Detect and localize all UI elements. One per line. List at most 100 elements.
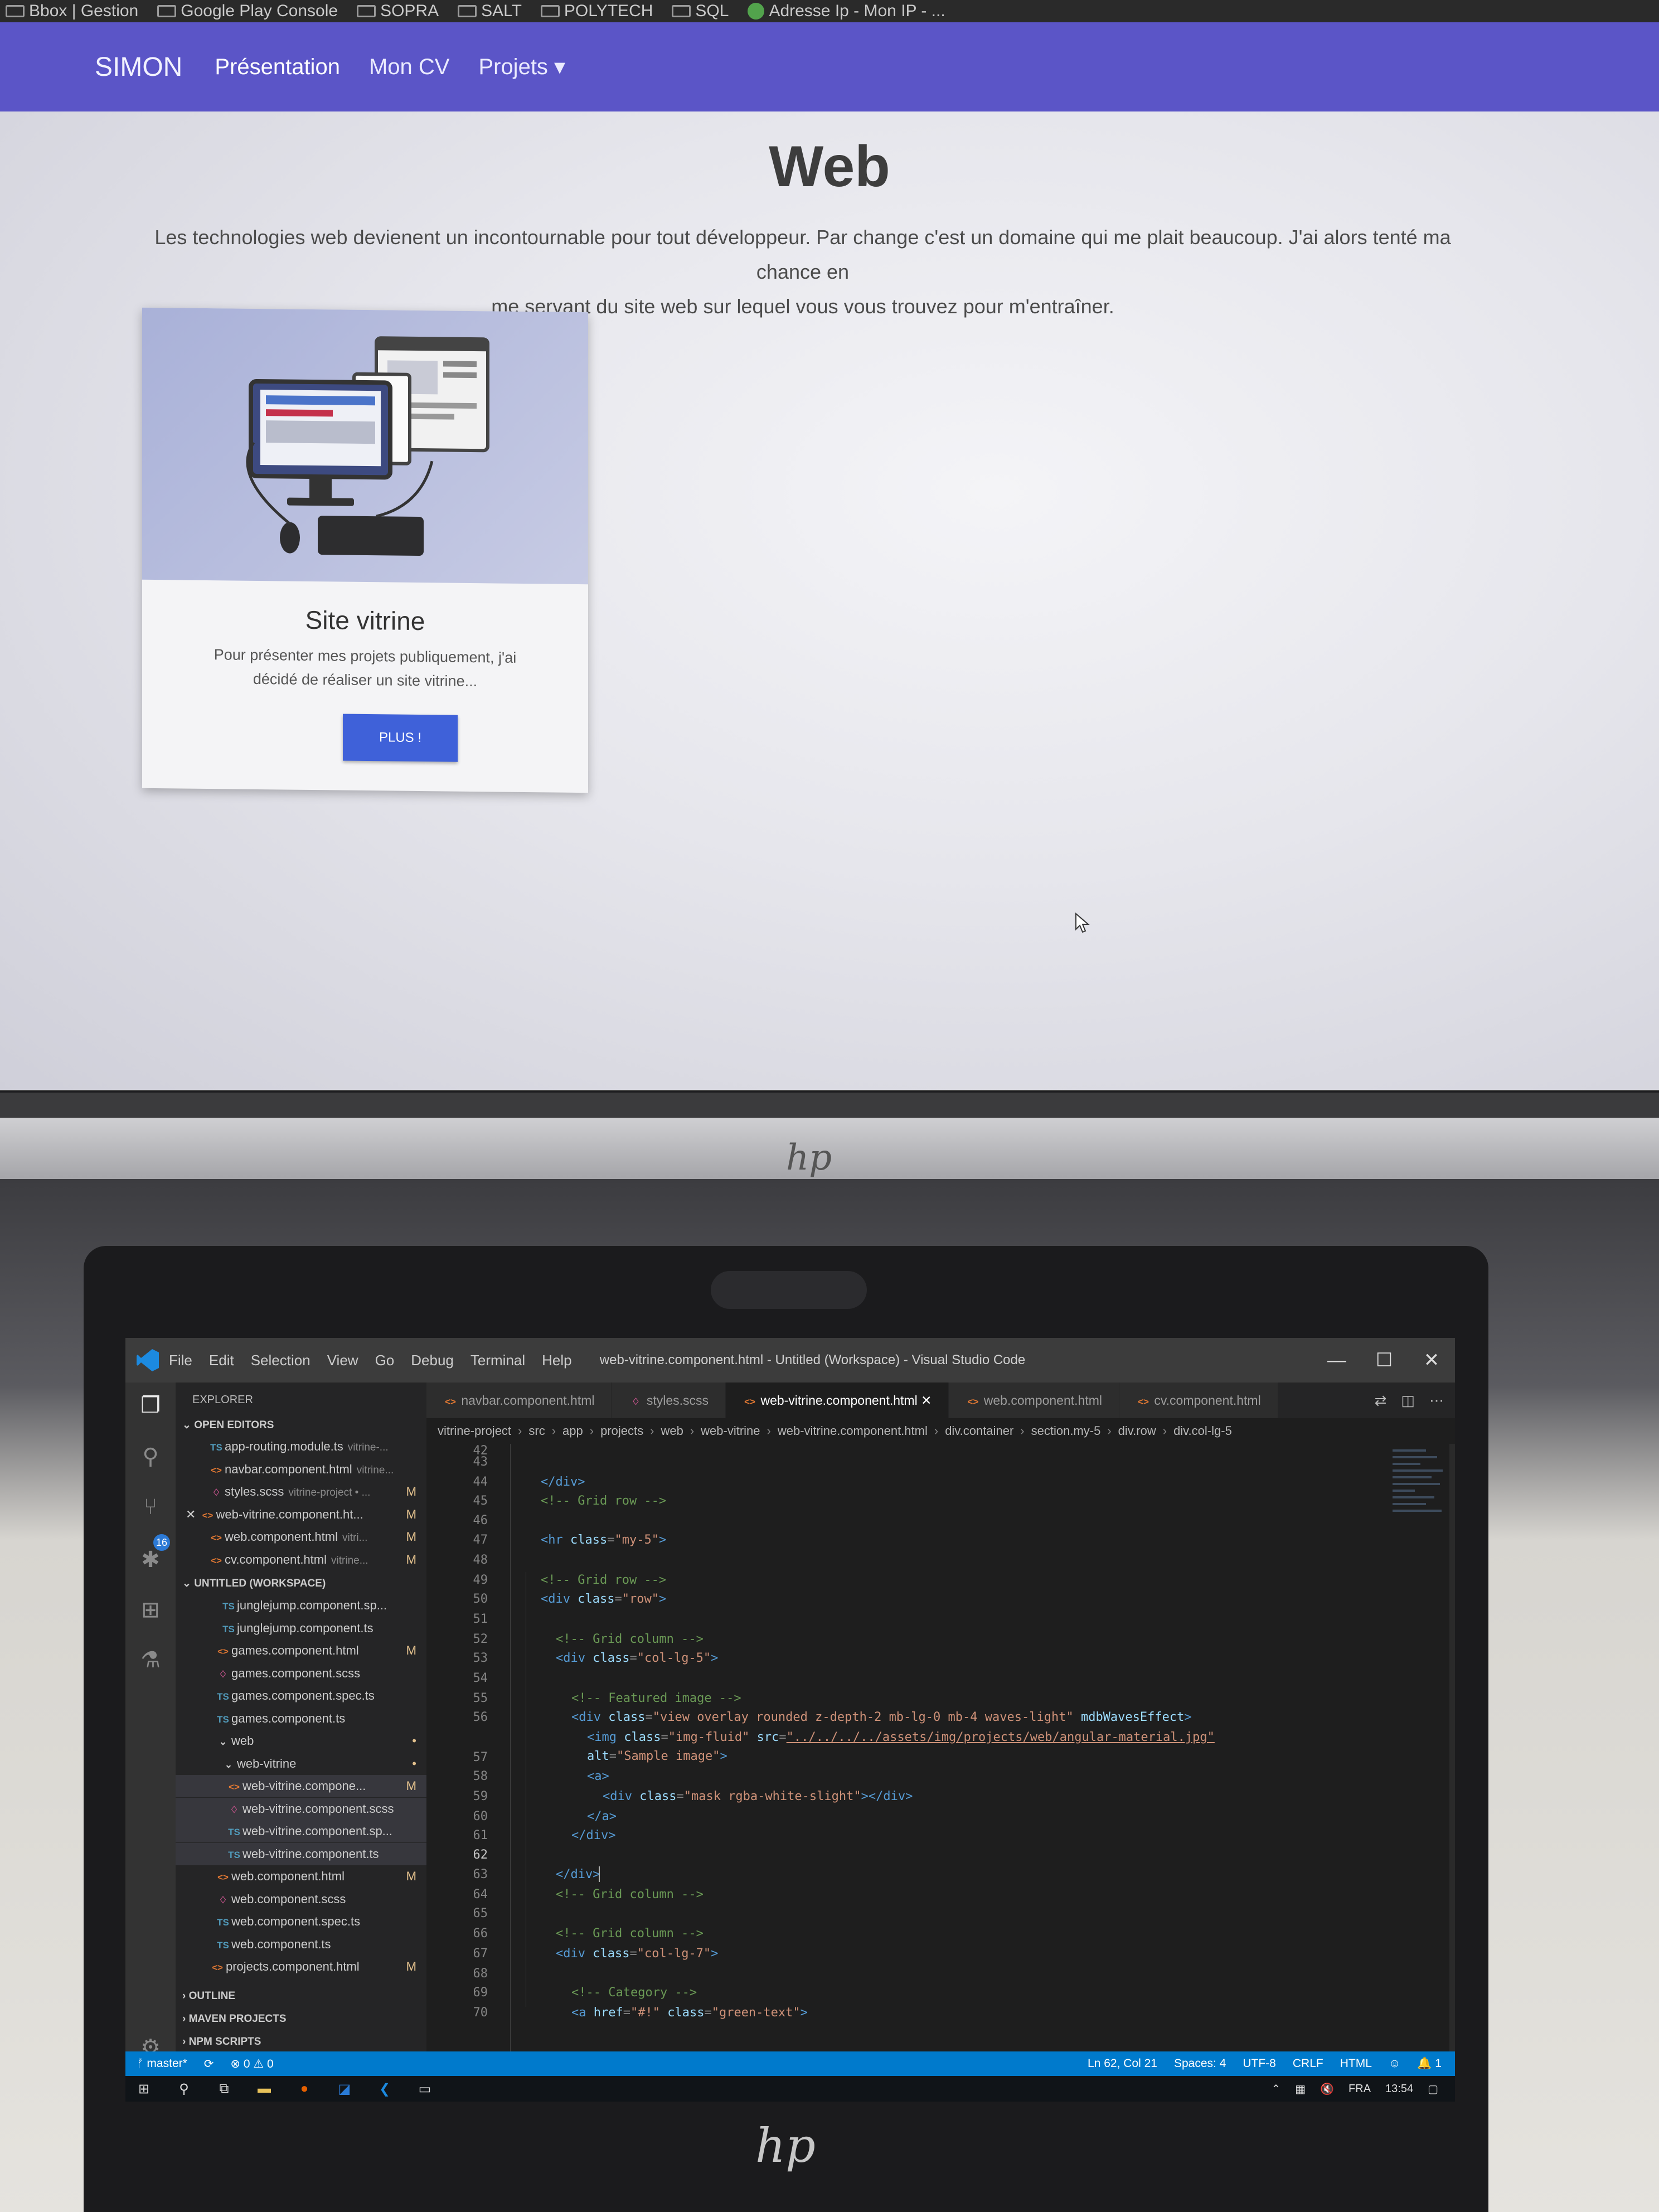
file-explorer-icon[interactable]: ▬ xyxy=(256,2080,273,2097)
explorer-file-item[interactable]: ♢ games.component.scss xyxy=(176,1662,426,1685)
git-status-badge: M xyxy=(406,1643,416,1657)
bookmark-3[interactable]: SALT xyxy=(458,2,522,21)
minimap[interactable] xyxy=(1388,1444,1449,2051)
compare-changes-icon[interactable]: ⇄ xyxy=(1375,1392,1387,1409)
code-editor[interactable]: 42 43 44 45 46 47 48 49 50 51 52 53 54 55 56 57 58 59 60 61… xyxy=(426,1444,1455,2051)
explorer-file-item[interactable]: <> web-vitrine.compone... M xyxy=(176,1775,426,1797)
nav-link-cv[interactable]: Mon CV xyxy=(363,55,455,80)
explorer-file-item[interactable]: <> web.component.html M xyxy=(176,1865,426,1888)
close-tab-icon[interactable]: ✕ xyxy=(918,1393,932,1408)
bookmark-4[interactable]: POLYTECH xyxy=(540,2,653,21)
site-brand-link[interactable]: SIMON xyxy=(95,52,182,83)
bookmark-6[interactable]: Adresse Ip - Mon IP - ... xyxy=(748,2,945,21)
breadcrumb-item[interactable]: vitrine-project xyxy=(438,1418,511,1444)
language-mode-status[interactable]: HTML xyxy=(1340,2057,1372,2070)
encoding-status[interactable]: UTF-8 xyxy=(1243,2057,1276,2070)
explorer-file-item[interactable]: ♢ web-vitrine.component.scss xyxy=(176,1797,426,1820)
windows-start-icon[interactable]: ⊞ xyxy=(135,2080,152,2097)
explorer-file-item[interactable]: TS junglejump.component.sp... xyxy=(176,1594,426,1617)
explorer-file-item[interactable]: TS web.component.ts xyxy=(176,1933,426,1956)
minimize-button[interactable]: — xyxy=(1313,1338,1361,1382)
test-flask-icon[interactable]: ⚗ xyxy=(138,1647,163,1673)
bookmark-2[interactable]: SOPRA xyxy=(357,2,439,21)
breadcrumb-item[interactable]: div.col-lg-5 xyxy=(1173,1418,1232,1444)
maximize-button[interactable]: ☐ xyxy=(1360,1338,1408,1382)
breadcrumb-item[interactable]: section.my-5 xyxy=(1031,1418,1101,1444)
tab-2[interactable]: <> web-vitrine.component.html ✕ xyxy=(726,1382,949,1418)
panel-outline[interactable]: › OUTLINE xyxy=(182,1990,235,2002)
explorer-file-item[interactable]: TS web-vitrine.component.ts xyxy=(176,1842,426,1865)
editor-scrollbar[interactable] xyxy=(1449,1444,1455,2051)
input-language[interactable]: FRA xyxy=(1348,2083,1371,2095)
task-view-icon[interactable]: ⧉ xyxy=(216,2080,232,2097)
explorer-file-item[interactable]: TS web-vitrine.component.sp... xyxy=(176,1820,426,1842)
breadcrumb-item[interactable]: div.container xyxy=(945,1418,1013,1444)
breadcrumb-item[interactable]: div.row xyxy=(1118,1418,1156,1444)
explorer-file-item[interactable]: <> games.component.html M xyxy=(176,1639,426,1662)
plus-button[interactable]: PLUS ! xyxy=(343,714,458,762)
explorer-file-item[interactable]: ⌄ web-vitrine • xyxy=(176,1753,426,1775)
nav-link-projets-dropdown[interactable]: Projets ▾ xyxy=(473,54,571,80)
split-editor-icon[interactable]: ◫ xyxy=(1401,1392,1415,1409)
extensions-icon[interactable]: ⊞ xyxy=(138,1597,163,1623)
open-editor-item[interactable]: <> navbar.component.html vitrine... xyxy=(176,1458,426,1481)
volume-muted-icon[interactable]: 🔇 xyxy=(1320,2082,1334,2096)
notifications-bell-icon[interactable]: 🔔 1 xyxy=(1417,2057,1442,2070)
explorer-file-item[interactable]: TS games.component.spec.ts xyxy=(176,1685,426,1707)
tab-0[interactable]: <> navbar.component.html xyxy=(426,1382,612,1418)
open-editor-item[interactable]: TS app-routing.module.ts vitrine-... xyxy=(176,1435,426,1458)
vscode-taskbar-icon[interactable]: ❮ xyxy=(376,2080,393,2097)
source-control-icon[interactable]: ⑂ xyxy=(138,1494,163,1520)
outlook-icon[interactable]: ◪ xyxy=(336,2080,353,2097)
cursor-position-status[interactable]: Ln 62, Col 21 xyxy=(1088,2057,1157,2070)
tab-4[interactable]: <> cv.component.html xyxy=(1119,1382,1278,1418)
breadcrumb-item[interactable]: web-vitrine.component.html xyxy=(778,1418,928,1444)
open-editors-section[interactable]: ⌄ OPEN EDITORS xyxy=(182,1419,274,1432)
explorer-file-item[interactable]: TS web.component.spec.ts xyxy=(176,1910,426,1933)
panel-npm-scripts[interactable]: › NPM SCRIPTS xyxy=(182,2036,261,2048)
more-actions-icon[interactable]: ⋯ xyxy=(1429,1392,1444,1409)
html-file-icon: <> xyxy=(211,1464,222,1476)
panel-maven-projects[interactable]: › MAVEN PROJECTS xyxy=(182,2013,287,2025)
problems-status[interactable]: ⊗ 0 ⚠ 0 xyxy=(230,2057,273,2071)
breadcrumb-item[interactable]: web-vitrine xyxy=(701,1418,760,1444)
git-branch-status[interactable]: ᚠ master* xyxy=(137,2057,187,2071)
breadcrumb-item[interactable]: src xyxy=(528,1418,545,1444)
clock[interactable]: 13:54 xyxy=(1385,2083,1413,2095)
feedback-smiley-icon[interactable]: ☺ xyxy=(1389,2057,1400,2070)
close-editor-icon[interactable]: ✕ xyxy=(186,1507,200,1521)
terminal-taskbar-icon[interactable]: ▭ xyxy=(416,2080,433,2097)
open-editor-item[interactable]: <> cv.component.html vitrine... M xyxy=(176,1549,426,1571)
explorer-icon[interactable]: ❐ xyxy=(138,1393,163,1418)
explorer-file-item[interactable]: ♢ web.component.scss xyxy=(176,1888,426,1910)
breadcrumb-item[interactable]: app xyxy=(562,1418,583,1444)
close-window-button[interactable]: ✕ xyxy=(1408,1338,1455,1382)
open-editor-item[interactable]: ♢ styles.scss vitrine-project • ... M xyxy=(176,1481,426,1503)
explorer-file-item[interactable]: ⌄ web • xyxy=(176,1730,426,1752)
workspace-section[interactable]: ⌄ UNTITLED (WORKSPACE) xyxy=(182,1577,326,1590)
nav-link-presentation[interactable]: Présentation xyxy=(209,55,346,80)
taskbar-search-icon[interactable]: ⚲ xyxy=(176,2080,192,2097)
tray-chevron-icon[interactable]: ⌃ xyxy=(1271,2082,1280,2096)
bookmark-1[interactable]: Google Play Console xyxy=(157,2,338,21)
bookmark-5[interactable]: SQL xyxy=(672,2,729,21)
indentation-status[interactable]: Spaces: 4 xyxy=(1174,2057,1226,2070)
explorer-file-item[interactable]: TS games.component.ts xyxy=(176,1707,426,1730)
eol-status[interactable]: CRLF xyxy=(1293,2057,1323,2070)
firefox-icon[interactable]: ● xyxy=(296,2080,313,2097)
project-card: Site vitrine Pour présenter mes projets … xyxy=(142,307,588,793)
tab-3[interactable]: <> web.component.html xyxy=(949,1382,1119,1418)
network-icon[interactable]: ▦ xyxy=(1295,2082,1306,2096)
explorer-file-item[interactable]: <> projects.component.html M xyxy=(176,1956,426,1978)
open-editor-item[interactable]: ✕ <> web-vitrine.component.ht... M xyxy=(176,1503,426,1526)
breadcrumb-item[interactable]: projects xyxy=(600,1418,643,1444)
search-icon[interactable]: ⚲ xyxy=(138,1444,163,1469)
debug-icon[interactable]: ✱ xyxy=(138,1547,163,1573)
explorer-file-item[interactable]: TS junglejump.component.ts xyxy=(176,1617,426,1639)
tab-1[interactable]: ♢ styles.scss xyxy=(612,1382,726,1418)
breadcrumb-item[interactable]: web xyxy=(661,1418,683,1444)
sync-icon[interactable]: ⟳ xyxy=(204,2057,214,2071)
open-editor-item[interactable]: <> web.component.html vitri... M xyxy=(176,1526,426,1548)
action-center-icon[interactable]: ▢ xyxy=(1428,2082,1438,2096)
bookmark-0[interactable]: Bbox | Gestion xyxy=(6,2,138,21)
